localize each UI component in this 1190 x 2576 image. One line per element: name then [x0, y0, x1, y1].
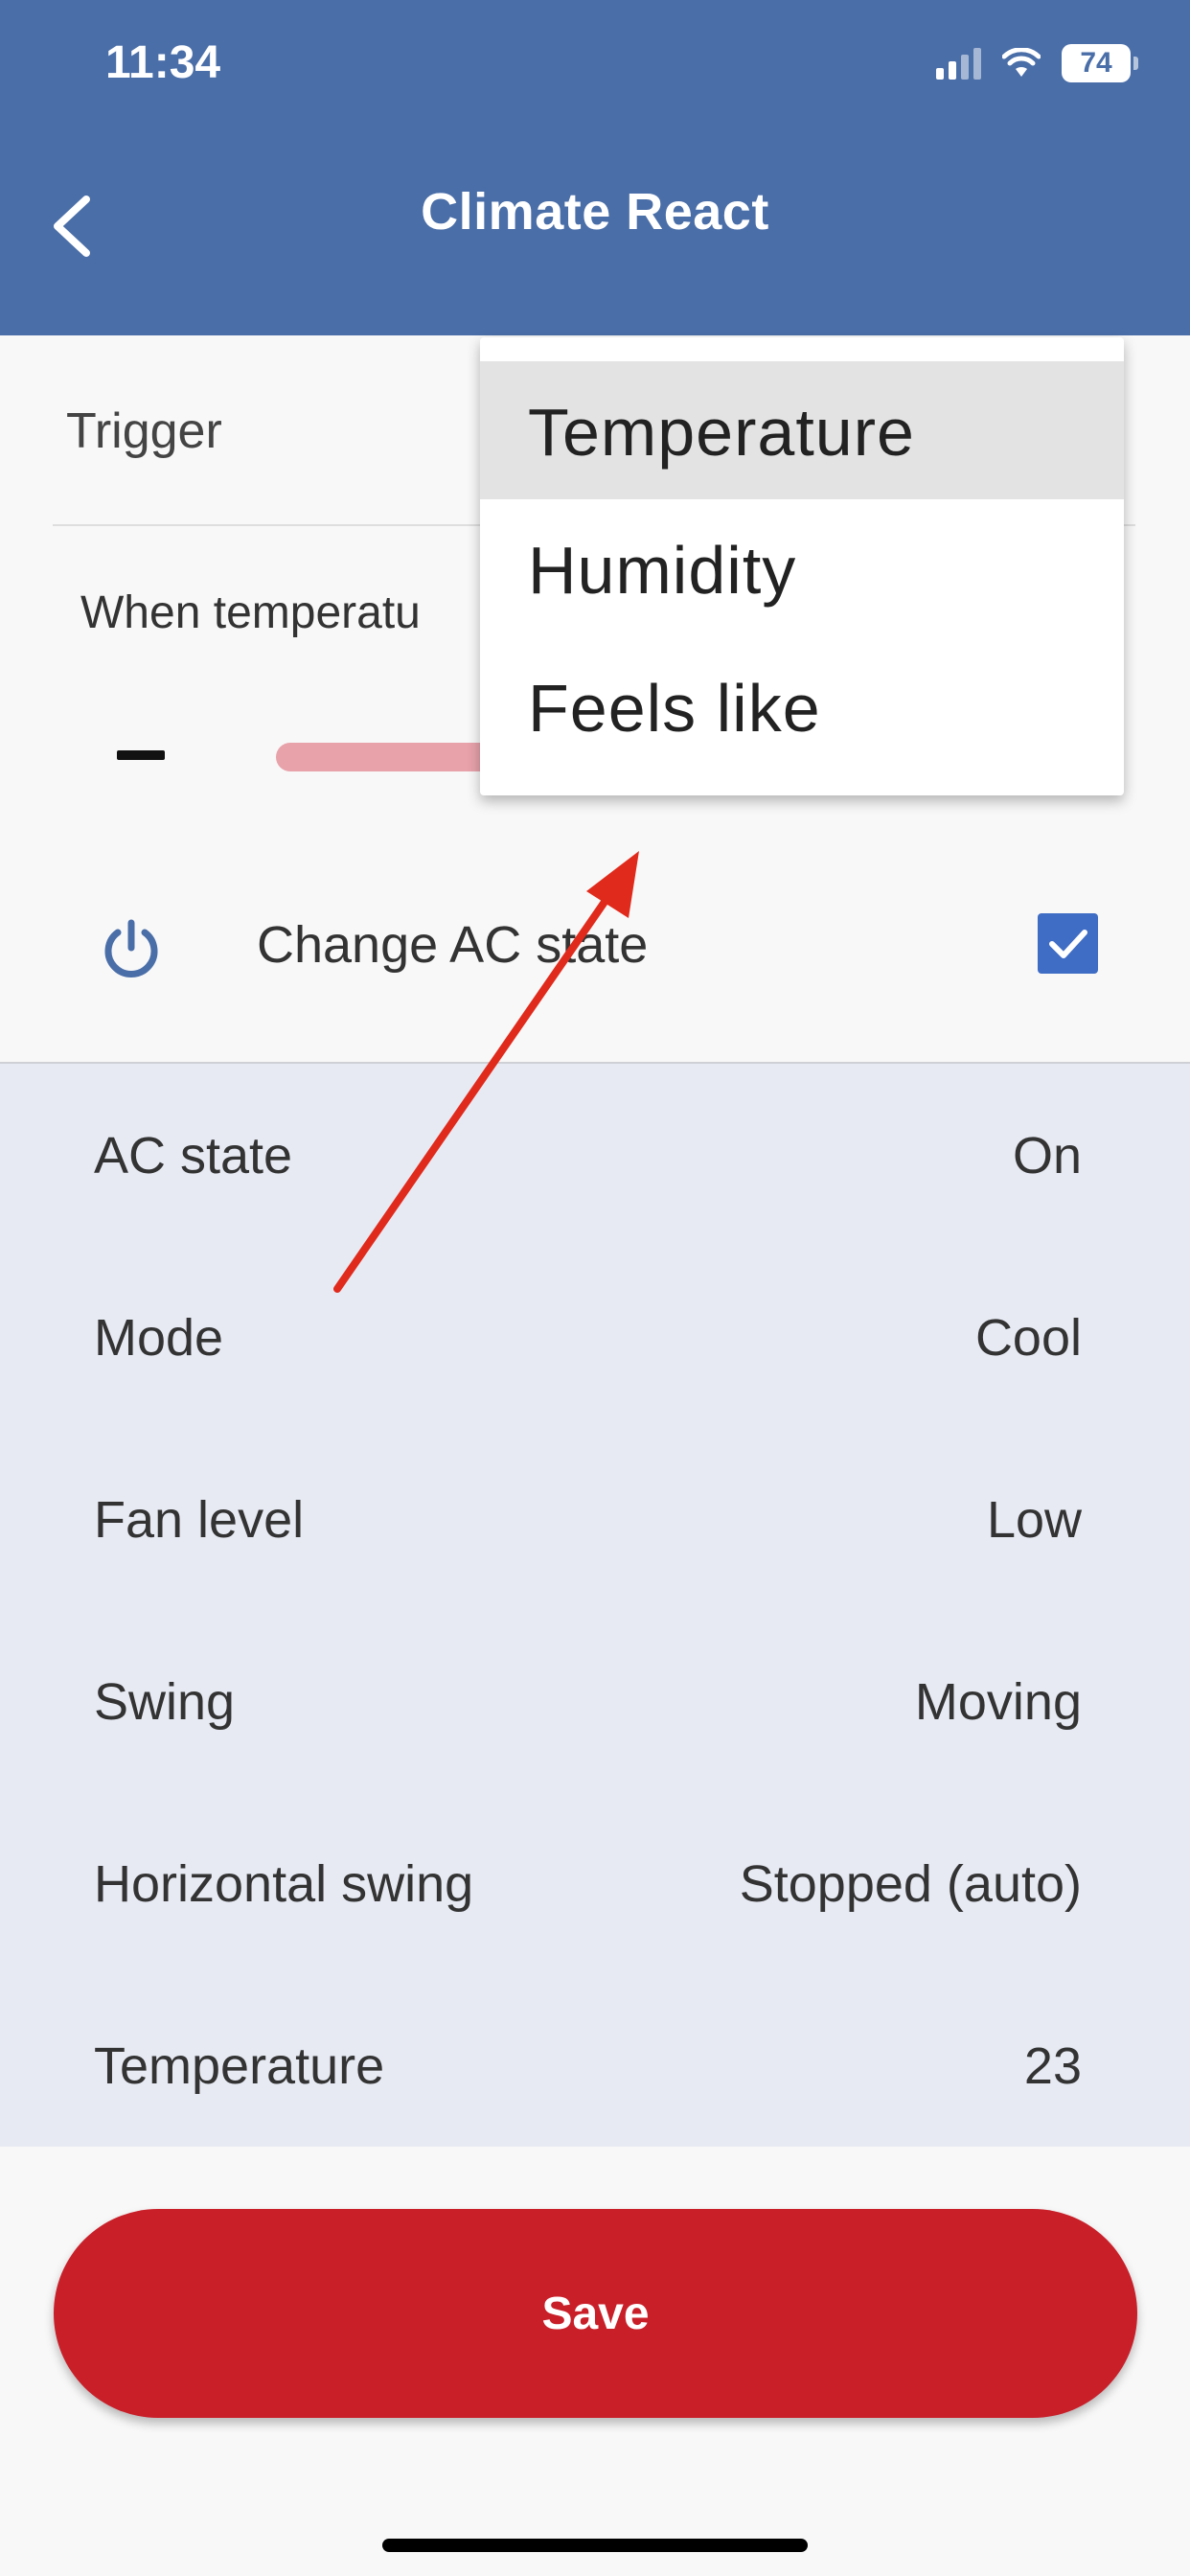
status-icons: 74: [936, 42, 1138, 84]
setting-label: Horizontal swing: [94, 1855, 474, 1913]
setting-row-horizontal-swing[interactable]: Horizontal swing Stopped (auto): [0, 1792, 1190, 1974]
dropdown-option-feels-like[interactable]: Feels like: [480, 637, 1124, 775]
setting-row-mode[interactable]: Mode Cool: [0, 1246, 1190, 1428]
condition-text: When temperatu: [80, 587, 421, 638]
setting-label: Swing: [94, 1673, 236, 1731]
dropdown-option-label: Feels like: [528, 671, 821, 746]
trigger-label: Trigger: [66, 403, 222, 459]
app-header: 11:34 74 Climate React: [0, 0, 1190, 335]
setting-value: Low: [986, 1491, 1082, 1549]
dropdown-option-label: Temperature: [528, 395, 915, 470]
setting-label: Mode: [94, 1309, 224, 1367]
battery-icon: 74: [1062, 44, 1138, 82]
threshold-slider[interactable]: [276, 743, 506, 771]
setting-label: Temperature: [94, 2037, 385, 2095]
decrease-button[interactable]: [117, 750, 165, 760]
power-icon: [104, 919, 158, 978]
setting-label: AC state: [94, 1127, 293, 1184]
setting-label: Fan level: [94, 1491, 305, 1549]
setting-value: Moving: [914, 1673, 1082, 1731]
setting-row-ac-state[interactable]: AC state On: [0, 1064, 1190, 1246]
change-ac-state-label: Change AC state: [257, 916, 649, 974]
dropdown-option-humidity[interactable]: Humidity: [480, 499, 1124, 637]
dropdown-option-temperature[interactable]: Temperature: [480, 361, 1124, 499]
change-ac-state-checkbox[interactable]: [1038, 913, 1098, 974]
trigger-dropdown-menu: Temperature Humidity Feels like: [480, 337, 1124, 795]
page-title: Climate React: [421, 183, 769, 241]
save-button[interactable]: Save: [54, 2209, 1137, 2418]
setting-row-fan-level[interactable]: Fan level Low: [0, 1428, 1190, 1610]
setting-row-temperature[interactable]: Temperature 23: [0, 1974, 1190, 2156]
setting-value: On: [1012, 1127, 1082, 1184]
setting-value: Stopped (auto): [739, 1855, 1082, 1913]
signal-icon: [936, 47, 981, 80]
checkmark-icon: [1048, 929, 1087, 958]
wifi-icon: [1002, 48, 1041, 77]
setting-row-swing[interactable]: Swing Moving: [0, 1610, 1190, 1792]
ac-settings-panel: AC state On Mode Cool Fan level Low Swin…: [0, 1064, 1190, 2147]
dropdown-option-label: Humidity: [528, 533, 797, 608]
setting-value: Cool: [974, 1309, 1082, 1367]
status-time: 11:34: [105, 37, 221, 88]
home-indicator: [382, 2539, 808, 2552]
setting-value: 23: [1023, 2037, 1082, 2095]
